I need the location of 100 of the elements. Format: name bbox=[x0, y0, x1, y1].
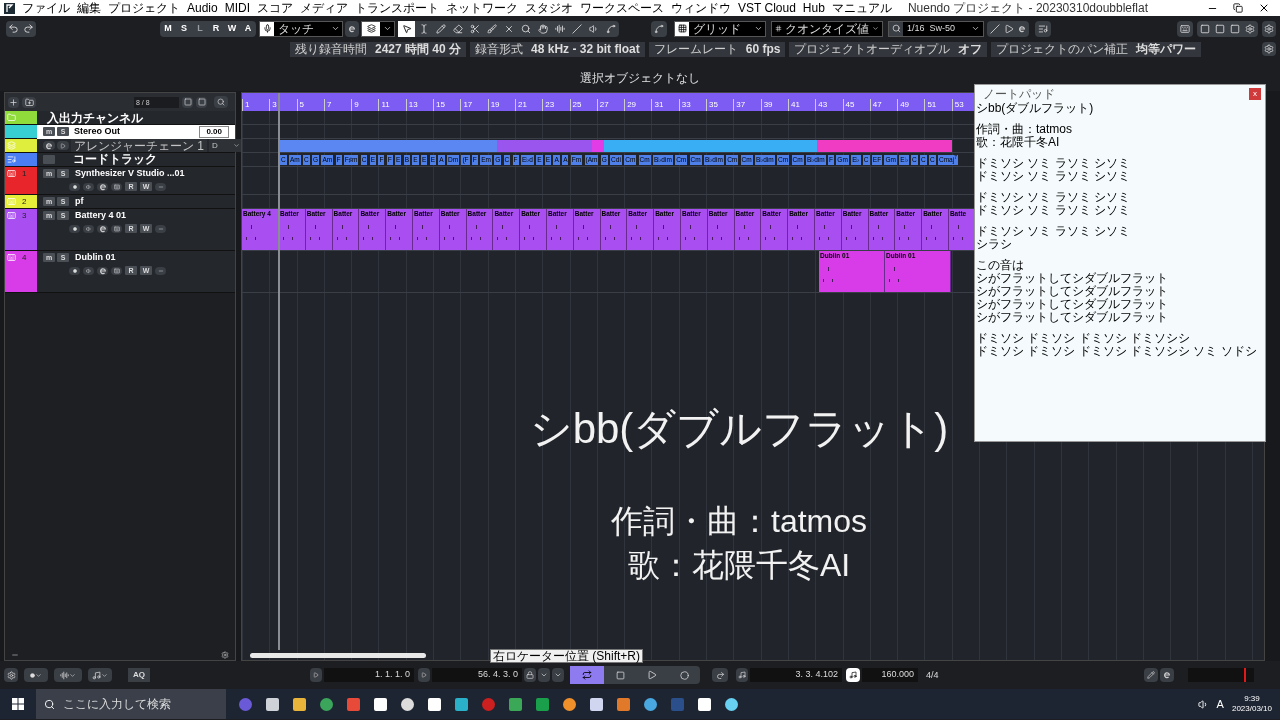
track-header[interactable]: 入出力チャンネル bbox=[5, 111, 235, 125]
close-icon[interactable] bbox=[1258, 2, 1270, 14]
edit-button[interactable] bbox=[43, 141, 55, 150]
settings-button[interactable] bbox=[1262, 42, 1276, 56]
play-chain-button[interactable] bbox=[57, 141, 69, 150]
menu-item[interactable]: Hub bbox=[802, 2, 825, 14]
settings-button[interactable] bbox=[4, 668, 18, 682]
edit-button[interactable] bbox=[97, 266, 108, 275]
redo-icon[interactable] bbox=[23, 23, 34, 34]
menu-item[interactable]: MIDI bbox=[224, 2, 251, 14]
window-layout-button[interactable] bbox=[1177, 20, 1193, 37]
automation-button[interactable]: W bbox=[224, 21, 240, 36]
menu-item[interactable]: プロジェクト bbox=[108, 2, 180, 14]
tempo-field[interactable]: 160.000 bbox=[862, 668, 918, 682]
info-field[interactable]: フレームレート 60 fps bbox=[648, 41, 786, 57]
right-locator-field[interactable]: 56. 4. 3. 0 bbox=[432, 668, 522, 682]
app-icon[interactable] bbox=[589, 696, 604, 712]
close-button[interactable]: x bbox=[1249, 87, 1261, 100]
left-zone-icon[interactable] bbox=[1200, 23, 1210, 34]
metronome-button[interactable] bbox=[846, 668, 860, 682]
settings-button[interactable] bbox=[1262, 20, 1276, 37]
menu-item[interactable]: メディア bbox=[300, 2, 349, 14]
menu-item[interactable]: スコア bbox=[257, 2, 294, 14]
menu-item[interactable]: ネットワーク bbox=[446, 2, 519, 14]
right-locator-button[interactable] bbox=[418, 668, 430, 682]
instrument-button[interactable] bbox=[111, 266, 122, 275]
arranger-event[interactable] bbox=[280, 139, 497, 152]
record-enable-button[interactable] bbox=[69, 266, 80, 275]
menu-item[interactable]: ウィンドウ bbox=[671, 2, 732, 14]
info-field[interactable]: プロジェクトオーディオプル オフ bbox=[789, 41, 988, 57]
menu-item[interactable]: マニュアル bbox=[831, 2, 892, 14]
add-folder-button[interactable] bbox=[22, 96, 36, 108]
menu-item[interactable]: トランスポート bbox=[355, 2, 440, 14]
quantize-mode-dropdown[interactable]: クオンタイズ値 bbox=[771, 20, 883, 37]
volume-field[interactable]: 0.00 bbox=[199, 125, 229, 138]
info-field[interactable]: プロジェクトのパン補正 均等パワー bbox=[991, 41, 1202, 57]
speaker-icon[interactable] bbox=[1197, 698, 1209, 710]
left-locator-button[interactable] bbox=[310, 668, 322, 682]
automation-button[interactable]: A bbox=[240, 21, 256, 36]
arranger-event[interactable] bbox=[497, 139, 592, 152]
menu-item[interactable]: 編集 bbox=[77, 2, 101, 14]
arranger-event[interactable] bbox=[817, 139, 952, 152]
restore-icon[interactable] bbox=[1233, 3, 1243, 13]
record-enable-button[interactable] bbox=[69, 224, 80, 233]
jog-button[interactable] bbox=[712, 668, 728, 682]
menu-item[interactable]: Audio bbox=[187, 2, 218, 14]
info-field[interactable]: 残り録音時間 2427 時間 40 分 bbox=[290, 41, 467, 57]
monitor-button[interactable] bbox=[83, 224, 94, 233]
quantize-value-dropdown[interactable]: 1/16 Sw-50 bbox=[888, 20, 984, 37]
app-icon[interactable] bbox=[697, 696, 712, 712]
arranger-chain-dropdown[interactable]: アレンジャーチェーン 1 bbox=[71, 139, 207, 152]
clock-date[interactable]: 2023/03/10 bbox=[1231, 704, 1272, 714]
add-track-button[interactable] bbox=[8, 96, 19, 108]
menu-item[interactable]: VST Cloud bbox=[738, 2, 796, 14]
marker-button[interactable] bbox=[1144, 668, 1158, 682]
automation-button[interactable]: R bbox=[208, 21, 224, 36]
instrument-button[interactable] bbox=[111, 182, 122, 191]
align-button[interactable] bbox=[1035, 20, 1051, 37]
menu-item[interactable]: ファイル bbox=[22, 2, 70, 14]
edit-button[interactable] bbox=[97, 224, 108, 233]
app-icon[interactable] bbox=[373, 696, 388, 712]
settings-icon[interactable] bbox=[221, 651, 229, 659]
edit-button[interactable] bbox=[97, 182, 108, 191]
auto-quantize-button[interactable]: AQ bbox=[128, 668, 150, 682]
automation-button[interactable]: M bbox=[160, 21, 176, 36]
punch-in-button[interactable] bbox=[538, 668, 550, 682]
audio-mode-button[interactable] bbox=[54, 668, 82, 682]
info-field[interactable]: 録音形式 48 kHz - 32 bit float bbox=[470, 41, 645, 57]
search-field[interactable]: ここに入力して検索 bbox=[36, 689, 226, 719]
time-signature-field[interactable]: 4/4 bbox=[922, 668, 943, 682]
search-button[interactable] bbox=[214, 96, 228, 108]
app-icon[interactable] bbox=[400, 696, 415, 712]
edit-button[interactable] bbox=[1160, 668, 1174, 682]
edit-button[interactable] bbox=[345, 20, 359, 37]
record-mode-button[interactable] bbox=[24, 668, 48, 682]
curve-button[interactable] bbox=[651, 20, 667, 37]
punch-out-button[interactable] bbox=[552, 668, 564, 682]
menu-item[interactable]: ワークスペース bbox=[580, 2, 665, 14]
app-icon[interactable] bbox=[643, 696, 658, 712]
lock-button[interactable] bbox=[524, 668, 536, 682]
time-format-button[interactable] bbox=[736, 668, 748, 682]
app-icon[interactable] bbox=[454, 696, 469, 712]
horizontal-scrollbar[interactable] bbox=[250, 652, 426, 658]
lower-zone-icon[interactable] bbox=[1215, 23, 1225, 34]
monitor-button[interactable] bbox=[83, 182, 94, 191]
snap-type-dropdown[interactable]: グリッド bbox=[674, 20, 766, 37]
app-icon[interactable] bbox=[265, 696, 280, 712]
arranger-event[interactable] bbox=[592, 139, 604, 152]
tool-button[interactable] bbox=[398, 20, 415, 37]
automation-button[interactable]: S bbox=[176, 21, 192, 36]
cycle-button[interactable] bbox=[570, 666, 604, 684]
tool-mode-dropdown[interactable] bbox=[361, 20, 395, 37]
windows-logo-icon[interactable] bbox=[12, 698, 24, 710]
right-zone-icon[interactable] bbox=[1230, 23, 1240, 34]
clock-time[interactable]: 9:39 bbox=[1244, 694, 1260, 704]
position-field[interactable]: 3. 3. 4.102 bbox=[750, 668, 842, 682]
menu-item[interactable]: スタジオ bbox=[525, 2, 574, 14]
track-header[interactable]: コードトラック bbox=[5, 153, 235, 167]
app-icon[interactable] bbox=[292, 696, 307, 712]
monitor-button[interactable] bbox=[83, 266, 94, 275]
